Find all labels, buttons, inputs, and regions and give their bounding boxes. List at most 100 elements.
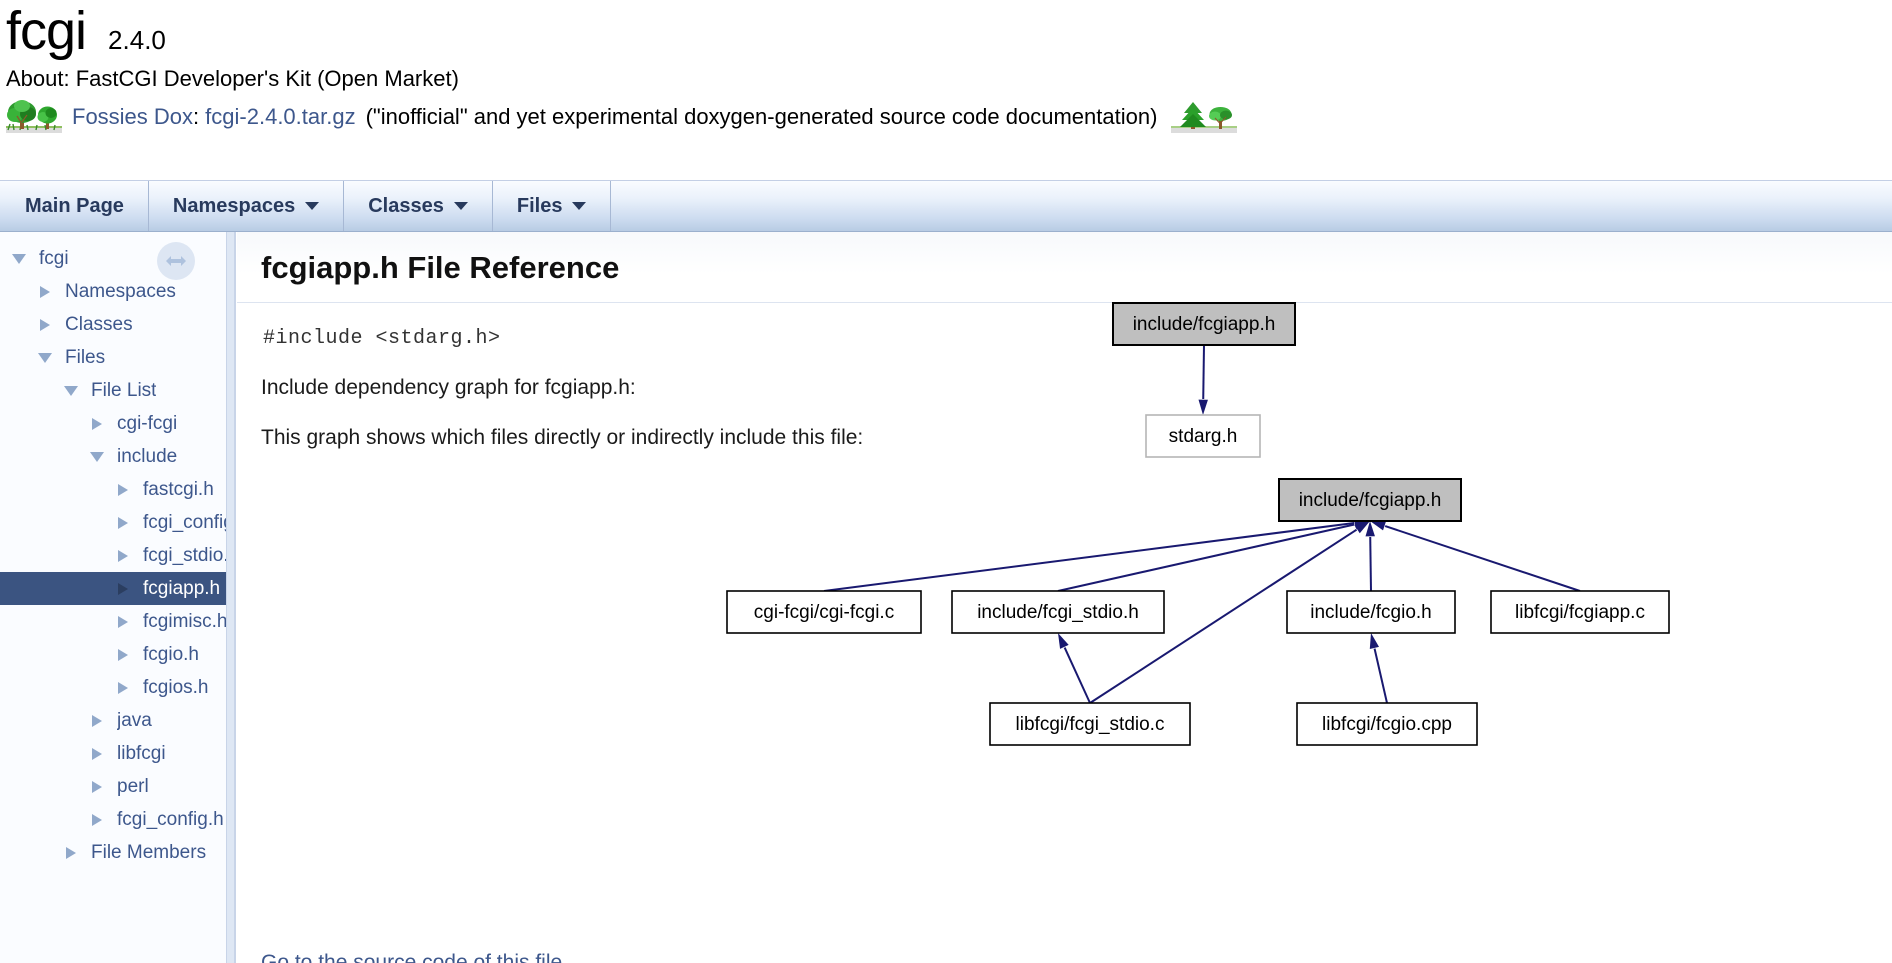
chevron-down-icon <box>305 202 320 210</box>
tree-item-label: Classes <box>65 313 133 335</box>
tree-toggle-glyph <box>40 318 50 331</box>
tarball-link[interactable]: fcgi-2.4.0.tar.gz <box>205 102 355 132</box>
triangle-right-icon[interactable] <box>86 714 108 727</box>
sidebar-resize-handle[interactable] <box>226 232 235 963</box>
tree-item-fcgi-config-h[interactable]: fcgi_config.h <box>0 803 235 836</box>
triangle-right-icon[interactable] <box>112 516 134 529</box>
tree-item-namespaces[interactable]: Namespaces <box>0 275 235 308</box>
graph-arrowhead <box>1369 633 1380 649</box>
triangle-right-icon[interactable] <box>112 549 134 562</box>
tree-item-fcgio-h[interactable]: fcgio.h <box>0 638 235 671</box>
tree-item-label: fcgio.h <box>143 643 199 665</box>
fossies-tail-text: ("inofficial" and yet experimental doxyg… <box>365 104 1158 129</box>
tab-namespaces[interactable]: Namespaces <box>149 181 345 231</box>
graph-edge <box>1384 525 1581 592</box>
fossies-dox-line: Fossies Dox : fcgi-2.4.0.tar.gz ("inoffi… <box>6 94 1892 134</box>
triangle-down-icon[interactable] <box>60 385 82 396</box>
project-name: fcgi <box>6 1 87 61</box>
tree-item-include[interactable]: include <box>0 440 235 473</box>
sync-arrows-icon[interactable] <box>157 242 195 280</box>
tree-item-fcgi[interactable]: fcgi <box>0 242 235 275</box>
tree-item-perl[interactable]: perl <box>0 770 235 803</box>
tree-item-fcgiapp-h[interactable]: fcgiapp.h <box>0 572 235 605</box>
triangle-right-icon[interactable] <box>86 780 108 793</box>
fossies-separator: : <box>193 104 200 129</box>
tree-item-label: include <box>117 445 178 467</box>
triangle-right-icon[interactable] <box>112 615 134 628</box>
graph-node[interactable]: libfcgi/fcgi_stdio.c <box>989 702 1191 746</box>
page-title: fcgiapp.h File Reference <box>261 250 620 285</box>
tree-item-fcgimisc-h[interactable]: fcgimisc.h <box>0 605 235 638</box>
tree-toggle-glyph <box>118 483 128 496</box>
tree-item-label: fcgimisc.h <box>143 610 228 632</box>
triangle-right-icon[interactable] <box>86 813 108 826</box>
graph-node[interactable]: stdarg.h <box>1145 414 1261 458</box>
included-by-graph[interactable]: include/fcgiapp.h cgi-fcgi/cgi-fcgi.c incl… <box>707 471 1683 764</box>
tree-toggle-glyph <box>92 714 102 727</box>
triangle-right-icon[interactable] <box>112 582 134 595</box>
navigation-tree[interactable]: fcgi Namespaces Classes Files File List cgi-f… <box>0 232 235 869</box>
tree-toggle-glyph <box>92 780 102 793</box>
tree-item-label: File List <box>91 379 157 401</box>
graph-node[interactable]: include/fcgio.h <box>1286 590 1456 634</box>
graph-node[interactable]: include/fcgi_stdio.h <box>951 590 1165 634</box>
tree-toggle-glyph <box>92 813 102 826</box>
tab-label: Classes <box>368 194 444 217</box>
tree-item-fcgi-config-x8[interactable]: fcgi_config_x8 <box>0 506 235 539</box>
graph-edge <box>823 522 1355 592</box>
tab-main-page[interactable]: Main Page <box>0 181 149 231</box>
tree-item-label: perl <box>117 775 149 797</box>
graph-node-label: cgi-fcgi/cgi-fcgi.c <box>754 602 894 623</box>
tree-item-java[interactable]: java <box>0 704 235 737</box>
tree-toggle-glyph <box>64 385 78 396</box>
triangle-right-icon[interactable] <box>34 318 56 331</box>
triangle-right-icon[interactable] <box>34 285 56 298</box>
triangle-down-icon[interactable] <box>34 352 56 363</box>
triangle-right-icon[interactable] <box>60 846 82 859</box>
tab-classes[interactable]: Classes <box>344 181 493 231</box>
tree-item-label: Files <box>65 346 106 368</box>
triangle-down-icon[interactable] <box>86 451 108 462</box>
document-content: fcgiapp.h File Reference #include <stdar… <box>237 232 1892 963</box>
main-navigation-tabs: Main Page Namespaces Classes Files <box>0 180 1892 232</box>
tree-item-file-list[interactable]: File List <box>0 374 235 407</box>
graph-edge <box>1063 647 1091 704</box>
tree-toggle-glyph <box>66 846 76 859</box>
tree-item-fcgi-stdio-h[interactable]: fcgi_stdio.h <box>0 539 235 572</box>
graph-node[interactable]: libfcgi/fcgiapp.c <box>1490 590 1670 634</box>
side-navigation-panel[interactable]: fcgi Namespaces Classes Files File List cgi-f… <box>0 232 236 963</box>
tree-item-file-members[interactable]: File Members <box>0 836 235 869</box>
tree-toggle-glyph <box>118 582 128 595</box>
tree-item-cgi-fcgi[interactable]: cgi-fcgi <box>0 407 235 440</box>
graph-edge <box>1369 536 1372 592</box>
tree-item-fcgios-h[interactable]: fcgios.h <box>0 671 235 704</box>
tree-item-fastcgi-h[interactable]: fastcgi.h <box>0 473 235 506</box>
tree-item-label: java <box>117 709 152 731</box>
trees-icon <box>1171 100 1238 134</box>
tree-item-files[interactable]: Files <box>0 341 235 374</box>
triangle-right-icon[interactable] <box>112 681 134 694</box>
tree-item-label: File Members <box>91 841 207 863</box>
graph-node[interactable]: include/fcgiapp.h <box>1278 478 1462 522</box>
go-to-source-link[interactable]: Go to the source code of this file. <box>261 951 568 963</box>
tree-item-classes[interactable]: Classes <box>0 308 235 341</box>
graph-node-label: include/fcgio.h <box>1310 602 1431 623</box>
triangle-right-icon[interactable] <box>112 483 134 496</box>
triangle-down-icon[interactable] <box>8 253 30 264</box>
graph-node[interactable]: libfcgi/fcgio.cpp <box>1296 702 1478 746</box>
tree-item-label: fcgi <box>39 247 69 269</box>
graph-node[interactable]: include/fcgiapp.h <box>1112 302 1296 346</box>
tree-toggle-glyph <box>90 451 104 462</box>
graph-node[interactable]: cgi-fcgi/cgi-fcgi.c <box>726 590 922 634</box>
triangle-right-icon[interactable] <box>86 417 108 430</box>
triangle-right-icon[interactable] <box>86 747 108 760</box>
triangle-right-icon[interactable] <box>112 648 134 661</box>
include-dependency-graph[interactable]: include/fcgiapp.h stdarg.h <box>1017 293 1309 476</box>
tree-item-label: fcgi_stdio.h <box>143 544 235 566</box>
tab-files[interactable]: Files <box>493 181 612 231</box>
tree-item-libfcgi[interactable]: libfcgi <box>0 737 235 770</box>
fossies-dox-link[interactable]: Fossies Dox <box>72 102 193 132</box>
include-dependency-graph-svg: include/fcgiapp.h stdarg.h <box>1112 302 1296 458</box>
tree-item-label: fastcgi.h <box>143 478 214 500</box>
graph-edge <box>1373 648 1388 704</box>
